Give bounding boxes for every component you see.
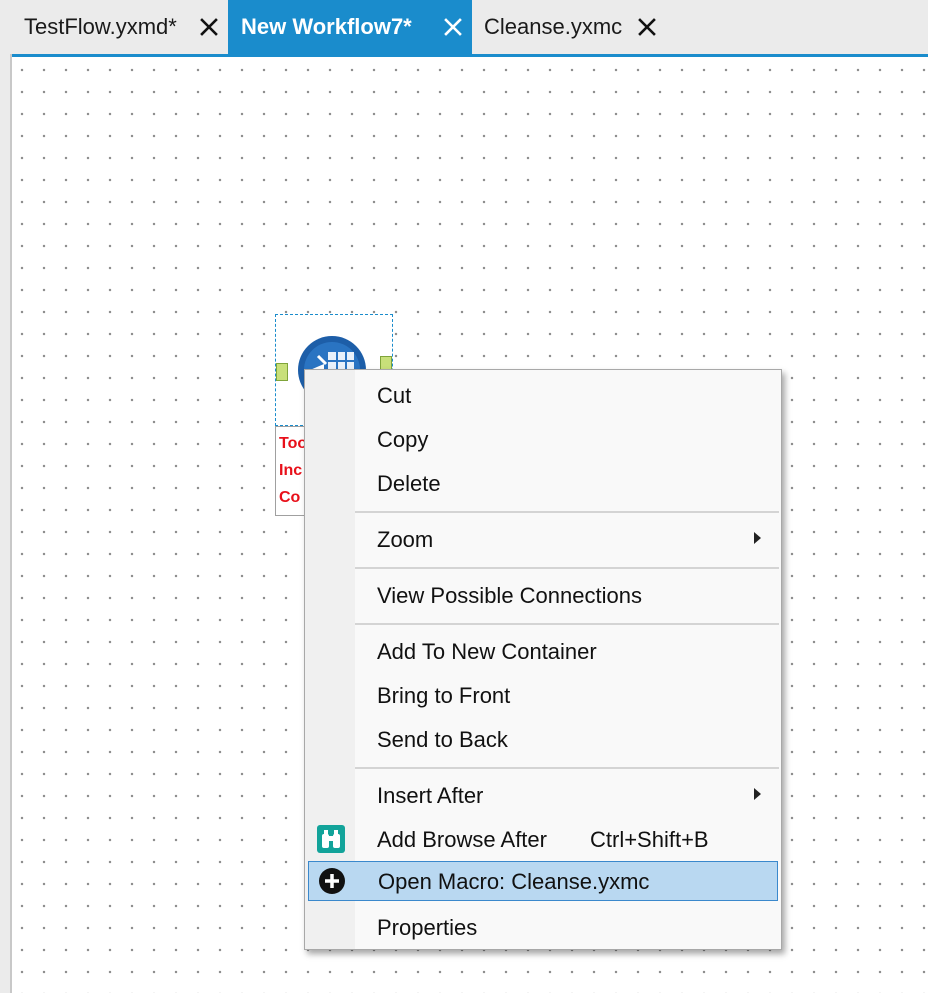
- tab-label: New Workflow7*: [241, 14, 412, 39]
- menu-item-view-possible-connections[interactable]: View Possible Connections: [308, 575, 778, 615]
- menu-item-label: Add Browse After: [377, 827, 547, 852]
- tab-bar: TestFlow.yxmd* New Workflow7* Cleanse.yx…: [0, 0, 928, 54]
- menu-item-delete[interactable]: Delete: [308, 463, 778, 503]
- close-icon[interactable]: [442, 16, 464, 38]
- menu-item-label: Properties: [377, 915, 478, 940]
- menu-item-shortcut: Ctrl+Shift+B: [590, 827, 709, 852]
- menu-item-zoom[interactable]: Zoom: [308, 519, 778, 559]
- input-anchor[interactable]: [276, 363, 288, 381]
- menu-item-label: Cut: [377, 383, 412, 408]
- menu-separator: [355, 623, 779, 625]
- menu-item-label: Bring to Front: [377, 683, 511, 708]
- menu-item-label: Open Macro: Cleanse.yxmc: [378, 869, 650, 894]
- tab-cleanse[interactable]: Cleanse.yxmc: [472, 0, 682, 54]
- menu-item-label: View Possible Connections: [377, 583, 642, 608]
- menu-item-copy[interactable]: Copy: [308, 419, 778, 459]
- tab-new-workflow7[interactable]: New Workflow7*: [228, 0, 472, 54]
- menu-item-insert-after[interactable]: Insert After: [308, 775, 778, 815]
- menu-separator: [355, 567, 779, 569]
- menu-item-properties[interactable]: Properties: [308, 907, 778, 947]
- menu-item-label: Copy: [377, 427, 429, 452]
- menu-item-label: Delete: [377, 471, 441, 496]
- menu-item-label: Add To New Container: [377, 639, 597, 664]
- menu-item-bring-to-front[interactable]: Bring to Front: [308, 675, 778, 715]
- context-menu: Cut Copy Delete Zoom View Possible Conne…: [304, 369, 782, 950]
- menu-separator: [355, 767, 779, 769]
- menu-item-open-macro[interactable]: Open Macro: Cleanse.yxmc: [308, 861, 778, 901]
- tab-testflow[interactable]: TestFlow.yxmd*: [14, 0, 228, 54]
- menu-item-label: Insert After: [377, 783, 484, 808]
- menu-item-cut[interactable]: Cut: [308, 375, 778, 415]
- menu-item-label: Send to Back: [377, 727, 508, 752]
- submenu-arrow-icon: [754, 788, 761, 800]
- close-icon[interactable]: [636, 16, 658, 38]
- tab-label: Cleanse.yxmc: [484, 14, 623, 39]
- binoculars-icon: [317, 825, 345, 853]
- tab-label: TestFlow.yxmd*: [24, 14, 177, 39]
- close-icon[interactable]: [198, 16, 220, 38]
- plus-circle-icon: [318, 867, 346, 895]
- menu-item-add-browse-after[interactable]: Add Browse After Ctrl+Shift+B: [308, 819, 778, 859]
- menu-item-add-to-new-container[interactable]: Add To New Container: [308, 631, 778, 671]
- menu-separator: [355, 511, 779, 513]
- menu-item-label: Zoom: [377, 527, 434, 552]
- submenu-arrow-icon: [754, 532, 761, 544]
- menu-item-send-to-back[interactable]: Send to Back: [308, 719, 778, 759]
